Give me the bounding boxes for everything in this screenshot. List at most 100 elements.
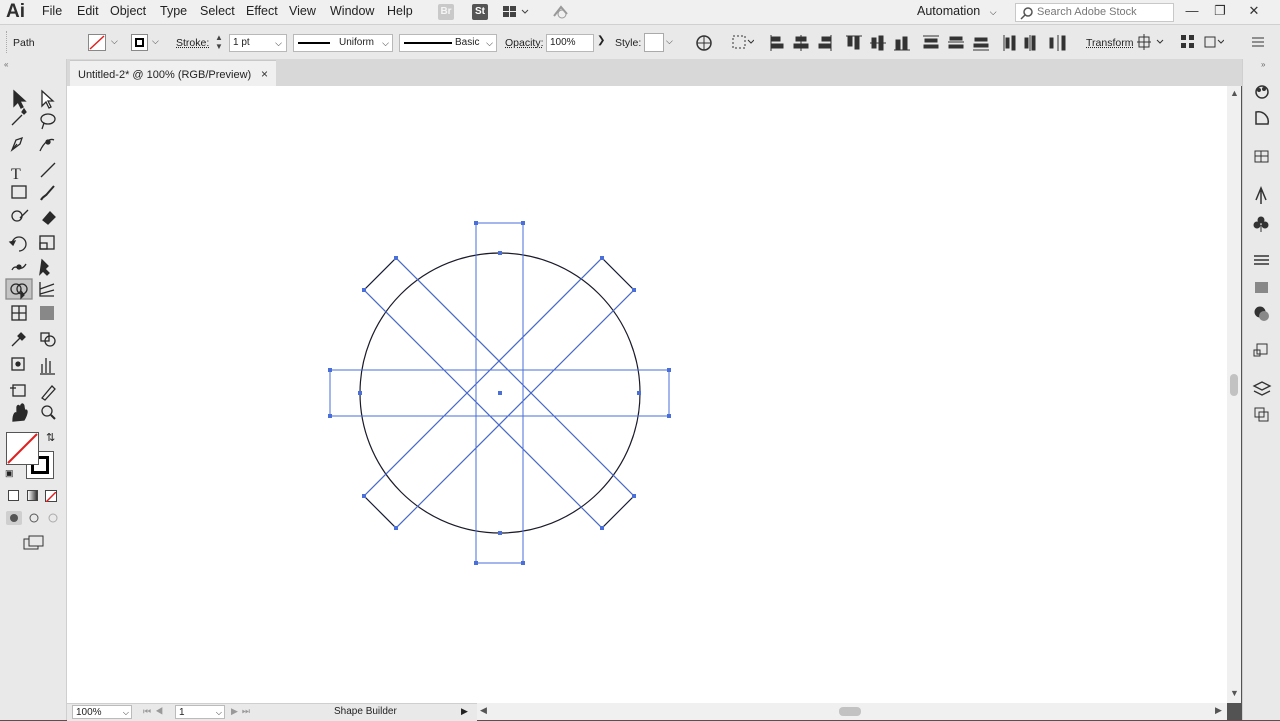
- vertical-scroll-thumb[interactable]: [1230, 374, 1238, 396]
- gradient-mode-icon[interactable]: [27, 490, 38, 501]
- fill-swatch[interactable]: [88, 34, 106, 51]
- default-colors-icon[interactable]: ▣: [5, 468, 15, 478]
- brushes-icon[interactable]: [1252, 186, 1270, 202]
- stroke-dropdown-icon[interactable]: ⌵: [152, 36, 159, 47]
- status-menu-icon[interactable]: ▶: [461, 706, 468, 717]
- document-tab[interactable]: Untitled-2* @ 100% (RGB/Preview) ×: [70, 60, 276, 88]
- menu-type[interactable]: Type: [160, 4, 187, 18]
- slice-icon[interactable]: [36, 382, 58, 402]
- puppet-warp-icon[interactable]: [36, 255, 58, 275]
- eraser-icon[interactable]: [36, 206, 58, 226]
- screen-mode-icon[interactable]: [23, 535, 45, 551]
- edit-contents-icon[interactable]: [1204, 34, 1225, 50]
- align-to-selection-icon[interactable]: [732, 34, 755, 50]
- selection-icon[interactable]: [8, 88, 30, 108]
- stroke-label[interactable]: Stroke:: [176, 37, 209, 49]
- menu-edit[interactable]: Edit: [77, 4, 99, 18]
- layers-icon[interactable]: [1252, 380, 1270, 396]
- grip-icon[interactable]: [6, 31, 10, 53]
- opacity-field[interactable]: 100%: [546, 34, 594, 52]
- draw-normal-icon[interactable]: [6, 511, 22, 525]
- collapse-panel-icon[interactable]: «: [4, 60, 8, 69]
- artboard-number-field[interactable]: 1 ⌵: [175, 705, 225, 719]
- shape-builder-icon[interactable]: [8, 278, 30, 298]
- variable-width-profile[interactable]: Uniform ⌵: [293, 34, 393, 52]
- symbols-icon[interactable]: [1252, 214, 1270, 230]
- color-guide-icon[interactable]: [1252, 84, 1270, 100]
- blend-icon[interactable]: [36, 331, 58, 351]
- minimize-button[interactable]: —: [1180, 2, 1204, 20]
- chevron-right-icon[interactable]: ❯: [597, 35, 605, 46]
- none-mode-icon[interactable]: [45, 490, 57, 503]
- swatches-icon[interactable]: [1252, 148, 1270, 164]
- artboard-next-nav[interactable]: ▶⏭: [231, 706, 254, 717]
- draw-inside-icon[interactable]: [45, 511, 61, 525]
- stroke-weight-field[interactable]: 1 pt ⌵: [229, 34, 287, 52]
- stock-icon[interactable]: St: [472, 4, 488, 20]
- gradient-icon[interactable]: [36, 305, 58, 325]
- close-window-button[interactable]: ✕: [1242, 2, 1266, 20]
- isolate-icon[interactable]: [1180, 34, 1196, 50]
- horizontal-scroll-thumb[interactable]: [839, 707, 861, 716]
- stroke-stepper[interactable]: ▲ ▼: [215, 33, 223, 51]
- type-icon[interactable]: [8, 160, 30, 180]
- opacity-label[interactable]: Opacity:: [505, 37, 544, 49]
- stroke-panel-icon[interactable]: [1252, 252, 1270, 268]
- shaper-icon[interactable]: [8, 206, 30, 226]
- zoom-icon[interactable]: [36, 404, 58, 424]
- rotate-icon[interactable]: [8, 232, 30, 252]
- stroke-swatch[interactable]: [131, 34, 148, 51]
- mesh-icon[interactable]: [8, 305, 30, 325]
- pathfinder-icon[interactable]: [1252, 406, 1270, 422]
- artboards-panel-icon[interactable]: [1252, 342, 1270, 358]
- curvature-icon[interactable]: [36, 137, 58, 157]
- transform-options-icon[interactable]: [1137, 34, 1167, 50]
- perspective-grid-icon[interactable]: [36, 278, 58, 298]
- chevron-down-icon[interactable]: ⌵: [666, 36, 673, 47]
- fill-dropdown-icon[interactable]: ⌵: [111, 36, 118, 47]
- bridge-icon[interactable]: Br: [438, 4, 454, 20]
- stock-search-input[interactable]: Search Adobe Stock: [1015, 3, 1174, 22]
- lasso-icon[interactable]: [36, 110, 58, 130]
- artwork[interactable]: [67, 86, 1227, 703]
- artboard-prev-nav[interactable]: ⏮◀: [143, 706, 167, 717]
- direct-selection-icon[interactable]: [36, 88, 58, 108]
- swap-fill-stroke-icon[interactable]: ⇅: [46, 431, 55, 444]
- horizontal-scrollbar[interactable]: ◀ ▶: [477, 703, 1227, 720]
- gpu-performance-icon[interactable]: [552, 4, 570, 20]
- scale-icon[interactable]: [36, 232, 58, 252]
- menu-file[interactable]: File: [42, 4, 62, 18]
- menu-help[interactable]: Help: [387, 4, 413, 18]
- magic-wand-icon[interactable]: [8, 110, 30, 130]
- gradient-panel-icon[interactable]: [1252, 280, 1270, 296]
- brush-definition[interactable]: Basic ⌵: [399, 34, 497, 52]
- close-tab-icon[interactable]: ×: [261, 67, 268, 81]
- control-menu-icon[interactable]: [1252, 36, 1266, 48]
- menu-window[interactable]: Window: [330, 4, 374, 18]
- line-icon[interactable]: [36, 160, 58, 180]
- menu-view[interactable]: View: [289, 4, 316, 18]
- width-icon[interactable]: [8, 255, 30, 275]
- arrange-documents-icon[interactable]: [502, 5, 530, 19]
- graphic-style-swatch[interactable]: [644, 33, 664, 52]
- fill-color-box[interactable]: [6, 432, 39, 465]
- eyedropper-icon[interactable]: [8, 331, 30, 351]
- color-panel-icon[interactable]: [1252, 112, 1270, 128]
- rectangle-icon[interactable]: [8, 183, 30, 203]
- transform-label[interactable]: Transform: [1086, 37, 1133, 49]
- workspace-switcher[interactable]: Automation ⌵: [910, 4, 997, 18]
- draw-behind-icon[interactable]: [26, 511, 42, 525]
- transparency-icon[interactable]: [1252, 306, 1270, 322]
- menu-object[interactable]: Object: [110, 4, 146, 18]
- vertical-scrollbar[interactable]: ▲ ▼: [1227, 86, 1241, 703]
- color-mode-icon[interactable]: [8, 490, 19, 501]
- menu-select[interactable]: Select: [200, 4, 235, 18]
- expand-panels-icon[interactable]: »: [1261, 60, 1265, 69]
- menu-effect[interactable]: Effect: [246, 4, 278, 18]
- hand-icon[interactable]: [8, 404, 30, 424]
- zoom-field[interactable]: 100% ⌵: [72, 705, 132, 719]
- column-graph-icon[interactable]: [36, 356, 58, 376]
- restore-button[interactable]: ❐: [1208, 2, 1232, 20]
- recolor-artwork-icon[interactable]: [695, 34, 713, 52]
- paintbrush-icon[interactable]: [36, 183, 58, 203]
